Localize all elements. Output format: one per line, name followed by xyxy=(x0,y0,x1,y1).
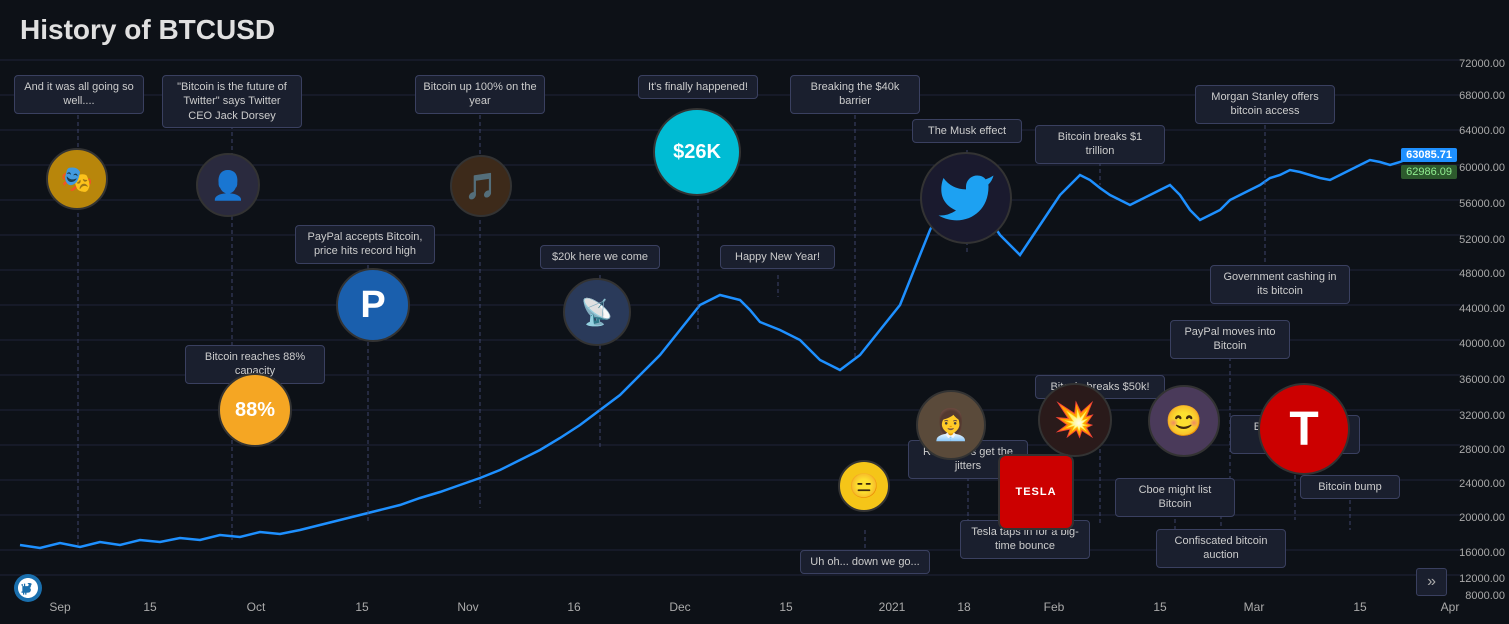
icon-26k: $26K xyxy=(653,108,741,196)
icon-100pct: 🎵 xyxy=(450,155,512,217)
y-label-68000: 68000.00 xyxy=(1459,90,1505,102)
x-label-sep: Sep xyxy=(49,600,70,614)
y-label-44000: 44000.00 xyxy=(1459,303,1505,315)
annotation-100pct: Bitcoin up 100% on the year xyxy=(415,75,545,114)
chart-container: History of BTCUSD xyxy=(0,0,1509,624)
y-label-28000: 28000.00 xyxy=(1459,444,1505,456)
y-label-52000: 52000.00 xyxy=(1459,234,1505,246)
x-label-15a: 15 xyxy=(143,600,156,614)
x-label-18: 18 xyxy=(957,600,970,614)
y-label-72000: 72000.00 xyxy=(1459,58,1505,70)
y-label-20000: 20000.00 xyxy=(1459,512,1505,524)
x-label-feb: Feb xyxy=(1044,600,1065,614)
icon-dorsey: 👤 xyxy=(196,153,260,217)
icon-tesla-bounce: TESLA xyxy=(998,454,1074,530)
x-label-2021: 2021 xyxy=(879,600,906,614)
icon-going-well: 🎭 xyxy=(46,148,108,210)
icon-88pct: 88% xyxy=(218,373,292,447)
x-label-16: 16 xyxy=(567,600,580,614)
annotation-paypal-moves: PayPal moves into Bitcoin xyxy=(1170,320,1290,359)
icon-50k: 💥 xyxy=(1038,383,1112,457)
current-price-high: 63085.71 xyxy=(1401,148,1457,162)
x-label-mar: Mar xyxy=(1244,600,1265,614)
annotation-going-well: And it was all going so well.... xyxy=(14,75,144,114)
icon-20k: 📡 xyxy=(563,278,631,346)
x-label-15d: 15 xyxy=(1153,600,1166,614)
x-label-15c: 15 xyxy=(779,600,792,614)
x-label-oct: Oct xyxy=(247,600,266,614)
icon-down: 😑 xyxy=(838,460,890,512)
x-label-dec: Dec xyxy=(669,600,690,614)
btc-logo xyxy=(14,574,42,602)
icon-teslas-buy: T xyxy=(1258,383,1350,475)
y-label-56000: 56000.00 xyxy=(1459,198,1505,210)
annotation-govt-cashing: Government cashing in its bitcoin xyxy=(1210,265,1350,304)
icon-paypal-accepts: P xyxy=(336,268,410,342)
y-label-16000: 16000.00 xyxy=(1459,547,1505,559)
y-label-12000: 12000.00 xyxy=(1459,573,1505,585)
annotation-1trillion: Bitcoin breaks $1 trillion xyxy=(1035,125,1165,164)
icon-musk-effect xyxy=(920,152,1012,244)
annotation-dorsey: "Bitcoin is the future of Twitter" says … xyxy=(162,75,302,128)
annotation-finally: It's finally happened! xyxy=(638,75,758,99)
annotation-bitcoin-bump: Bitcoin bump xyxy=(1300,475,1400,499)
x-label-apr: Apr xyxy=(1441,600,1460,614)
current-price-low: 62986.09 xyxy=(1401,165,1457,179)
annotation-cboe: Cboe might list Bitcoin xyxy=(1115,478,1235,517)
y-label-8000: 8000.00 xyxy=(1465,590,1505,602)
annotation-paypal-accepts: PayPal accepts Bitcoin, price hits recor… xyxy=(295,225,435,264)
annotation-happy-new-year: Happy New Year! xyxy=(720,245,835,269)
y-label-24000: 24000.00 xyxy=(1459,478,1505,490)
nav-next-button[interactable]: » xyxy=(1416,568,1447,596)
icon-regulators: 👩‍💼 xyxy=(916,390,986,460)
x-label-15e: 15 xyxy=(1353,600,1366,614)
annotation-down: Uh oh... down we go... xyxy=(800,550,930,574)
icon-paypal-moves: 😊 xyxy=(1148,385,1220,457)
y-label-40000: 40000.00 xyxy=(1459,338,1505,350)
annotation-musk-effect: The Musk effect xyxy=(912,119,1022,143)
annotation-40k: Breaking the $40k barrier xyxy=(790,75,920,114)
annotation-morgan-stanley: Morgan Stanley offers bitcoin access xyxy=(1195,85,1335,124)
y-label-48000: 48000.00 xyxy=(1459,268,1505,280)
annotation-20k: $20k here we come xyxy=(540,245,660,269)
x-label-15b: 15 xyxy=(355,600,368,614)
x-label-nov: Nov xyxy=(457,600,478,614)
y-label-60000: 60000.00 xyxy=(1459,162,1505,174)
y-label-64000: 64000.00 xyxy=(1459,125,1505,137)
y-label-32000: 32000.00 xyxy=(1459,410,1505,422)
y-label-36000: 36000.00 xyxy=(1459,374,1505,386)
annotation-confiscated: Confiscated bitcoin auction xyxy=(1156,529,1286,568)
